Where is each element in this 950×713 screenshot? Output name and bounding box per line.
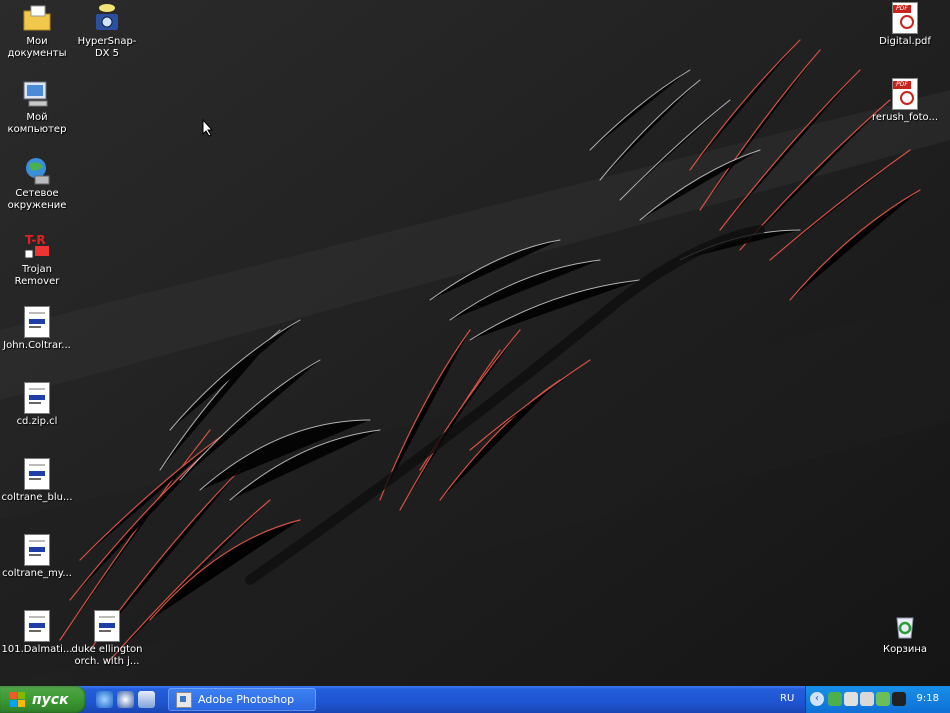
media-file-icon (91, 610, 123, 642)
desktop-icon-rerush-foto[interactable]: PDF rerush_foto... (868, 78, 942, 124)
mouse-cursor-icon (202, 119, 214, 137)
desktop-icon-recycle-bin[interactable]: Корзина (868, 610, 942, 656)
desktop-icon-label: Digital.pdf (879, 36, 931, 47)
language-indicator[interactable]: RU (780, 693, 794, 704)
desktop-icon-label: cd.zip.cl (16, 416, 58, 427)
photoshop-icon (176, 691, 192, 708)
desktop-icon-label: duke ellington orch. with j... (71, 644, 143, 667)
desktop: Мои документы HyperSnap-DX 5 Мой компьют… (0, 0, 950, 686)
desktop-icon-digital-pdf[interactable]: PDF Digital.pdf (868, 2, 942, 48)
windows-flag-icon (10, 691, 26, 708)
show-desktop-icon[interactable] (138, 691, 155, 708)
media-file-icon (21, 306, 53, 338)
desktop-icon-label: Trojan Remover (14, 264, 60, 287)
tray-network-icon[interactable] (828, 692, 842, 706)
desktop-icon-hypersnap[interactable]: HyperSnap-DX 5 (70, 2, 144, 60)
recycle-bin-icon (889, 610, 921, 642)
desktop-icon-label: Мои документы (7, 36, 67, 59)
tray-antivirus-icon[interactable] (844, 692, 858, 706)
desktop-icon-label: coltrane_blu... (1, 492, 73, 503)
computer-icon (21, 78, 53, 110)
pdf-file-icon: PDF (889, 2, 921, 34)
desktop-icon-duke-ellington[interactable]: duke ellington orch. with j... (70, 610, 144, 668)
folder-icon (21, 2, 53, 34)
tray-settings-icon[interactable] (860, 692, 874, 706)
desktop-icon-label: Мой компьютер (7, 112, 67, 135)
system-tray: ‹ 9:18 (805, 686, 950, 713)
desktop-icon-label: Сетевое окружение (7, 188, 67, 211)
desktop-icon-label: coltrane_my... (2, 568, 72, 579)
media-file-icon (21, 534, 53, 566)
tray-bug-icon[interactable] (892, 692, 906, 706)
desktop-icon-label: 101.Dalmati... (1, 644, 73, 655)
pdf-file-icon: PDF (889, 78, 921, 110)
wallpaper-feathers (0, 0, 950, 686)
trojan-remover-icon: T-R (21, 230, 53, 262)
taskbar-button-label: Adobe Photoshop (198, 693, 295, 706)
taskbar: пуск Adobe Photoshop RU ‹ 9:18 (0, 686, 950, 713)
start-button[interactable]: пуск (0, 686, 86, 713)
desktop-icon-my-computer[interactable]: Мой компьютер (0, 78, 74, 136)
desktop-icon-label: Корзина (882, 644, 928, 655)
svg-text:T-R: T-R (25, 233, 46, 247)
desktop-icon-network[interactable]: Сетевое окружение (0, 154, 74, 212)
desktop-icon-dalmati[interactable]: 101.Dalmati... (0, 610, 74, 656)
media-file-icon (21, 610, 53, 642)
media-file-icon (21, 382, 53, 414)
desktop-icon-cd-zip[interactable]: cd.zip.cl (0, 382, 74, 428)
desktop-icon-trojan-remover[interactable]: T-R Trojan Remover (0, 230, 74, 288)
desktop-icon-label: rerush_foto... (871, 112, 939, 123)
desktop-icon-coltrane-1[interactable]: John.Coltrar... (0, 306, 74, 352)
clock[interactable]: 9:18 (917, 693, 939, 704)
tray-volume-icon[interactable] (876, 692, 890, 706)
desktop-icon-my-documents[interactable]: Мои документы (0, 2, 74, 60)
desktop-icon-coltrane-blu[interactable]: coltrane_blu... (0, 458, 74, 504)
tray-expand-chevron-icon[interactable]: ‹ (810, 692, 824, 706)
camera-icon (91, 2, 123, 34)
internet-explorer-icon[interactable] (96, 691, 113, 708)
taskbar-button-photoshop[interactable]: Adobe Photoshop (168, 688, 316, 711)
desktop-icon-coltrane-my[interactable]: coltrane_my... (0, 534, 74, 580)
media-file-icon (21, 458, 53, 490)
network-globe-icon (21, 154, 53, 186)
desktop-icon-label: HyperSnap-DX 5 (77, 36, 137, 59)
start-label: пуск (32, 691, 69, 708)
media-player-icon[interactable] (117, 691, 134, 708)
desktop-icon-label: John.Coltrar... (3, 340, 71, 351)
quick-launch (96, 691, 155, 708)
